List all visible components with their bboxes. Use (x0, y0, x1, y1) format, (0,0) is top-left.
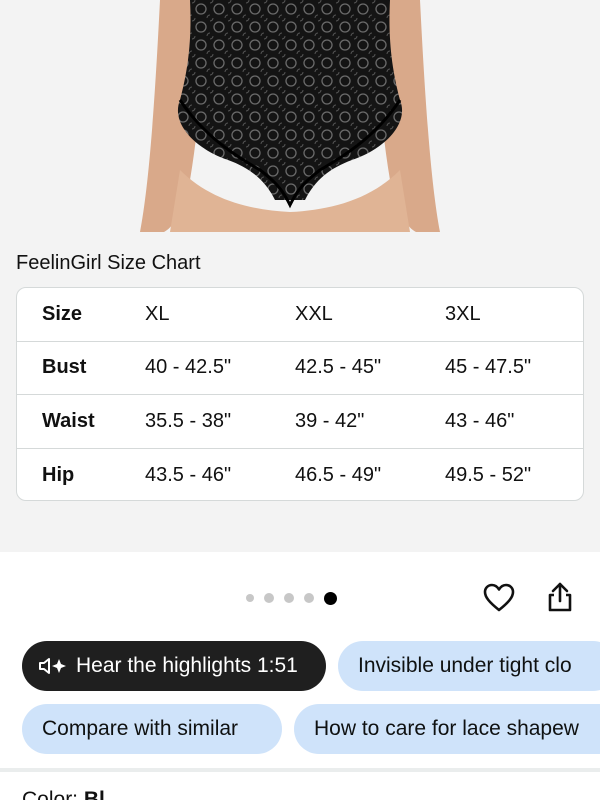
size-chart-header-row: Size XL XXL 3XL (17, 288, 583, 342)
table-row-label: Bust (42, 356, 87, 379)
table-cell: 49.5 - 52" (445, 463, 532, 486)
table-cell: 42.5 - 45" (295, 356, 382, 379)
table-cell: 43.5 - 46" (145, 463, 232, 486)
color-value: Bl (83, 788, 105, 800)
table-row-label: Hip (42, 463, 75, 486)
question-chip-invisible[interactable]: Invisible under tight clo (338, 641, 600, 691)
color-label: Color: (22, 788, 84, 800)
table-header-cell: 3XL (445, 302, 481, 325)
question-chip-care[interactable]: How to care for lace shapew (294, 704, 600, 754)
table-header-cell: XL (145, 302, 170, 325)
table-cell: 45 - 47.5" (445, 356, 532, 379)
table-cell: 35.5 - 38" (145, 409, 232, 432)
image-pagination-dots[interactable] (246, 590, 337, 606)
add-to-list-button[interactable] (480, 580, 518, 616)
heart-icon (483, 583, 515, 612)
pagination-dot[interactable] (304, 593, 314, 603)
table-row-label: Waist (42, 409, 95, 432)
pagination-dot[interactable] (246, 594, 254, 602)
chip-label: How to care for lace shapew (314, 717, 579, 740)
chip-label: Invisible under tight clo (358, 654, 572, 677)
chip-label: Compare with similar (42, 717, 239, 740)
size-chart-title: FeelinGirl Size Chart (16, 252, 201, 274)
table-row: Hip 43.5 - 46" 46.5 - 49" 49.5 - 52" (17, 449, 583, 501)
speaker-sparkle-icon (38, 656, 68, 676)
share-icon (548, 582, 572, 612)
table-header-cell: XXL (295, 302, 333, 325)
table-header-cell: Size (42, 302, 83, 325)
table-cell: 46.5 - 49" (295, 463, 382, 486)
color-selection-label: Color: Bl (22, 788, 105, 800)
table-cell: 40 - 42.5" (145, 356, 232, 379)
hear-highlights-label: Hear the highlights 1:51 (76, 654, 298, 677)
share-button[interactable] (542, 578, 578, 616)
section-divider (0, 768, 600, 772)
pagination-dot[interactable] (284, 593, 294, 603)
compare-with-similar-chip[interactable]: Compare with similar (22, 704, 282, 754)
product-image (140, 0, 440, 232)
size-chart-table: Size XL XXL 3XL Bust 40 - 42.5" 42.5 - 4… (16, 287, 584, 501)
hear-highlights-button[interactable]: Hear the highlights 1:51 (22, 641, 326, 691)
pagination-dot[interactable] (264, 593, 274, 603)
table-cell: 39 - 42" (295, 409, 365, 432)
table-cell: 43 - 46" (445, 409, 515, 432)
table-row: Bust 40 - 42.5" 42.5 - 45" 45 - 47.5" (17, 342, 583, 395)
pagination-dot-active[interactable] (324, 591, 337, 605)
table-row: Waist 35.5 - 38" 39 - 42" 43 - 46" (17, 395, 583, 449)
product-image-gallery[interactable]: FeelinGirl Size Chart Size XL XXL 3XL Bu… (0, 0, 600, 552)
